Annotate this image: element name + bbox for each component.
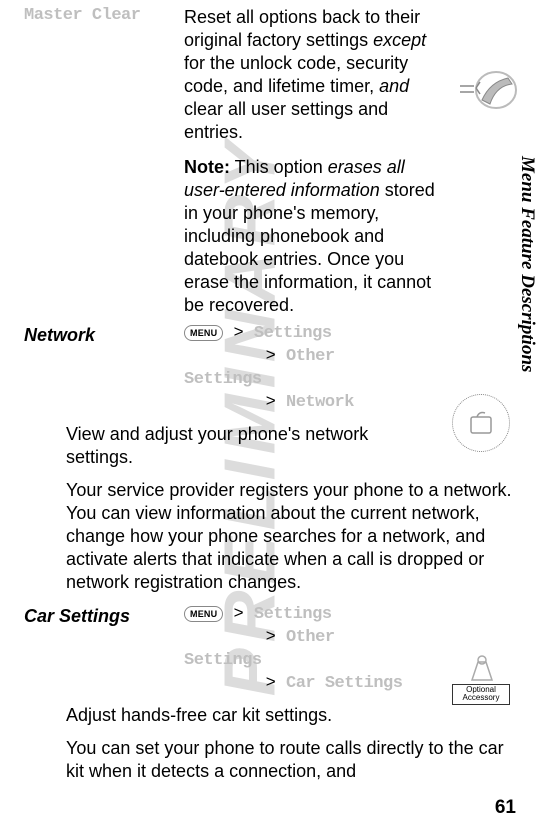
master-clear-note: Note: This option erases all user-entere…	[184, 156, 438, 317]
network-para-1: View and adjust your phone's network set…	[66, 423, 516, 469]
path-segment: Other Settings	[184, 628, 335, 670]
text: This option	[230, 157, 328, 177]
chevron-right-icon: >	[266, 347, 276, 366]
master-clear-row: Master Clear Reset all options back to t…	[24, 6, 516, 317]
network-heading: Network	[24, 325, 95, 345]
text: stored in your phone's memory, including…	[184, 180, 435, 315]
master-clear-label: Master Clear	[24, 6, 140, 25]
network-heading-row: Network MENU > Settings > Other Settings…	[24, 323, 516, 415]
path-segment: Car Settings	[286, 674, 402, 693]
menu-button-icon: MENU	[184, 606, 223, 622]
text-italic: and	[379, 76, 409, 96]
car-settings-para-2: You can set your phone to route calls di…	[66, 737, 516, 783]
network-menu-path: MENU > Settings > Other Settings > Netwo…	[184, 323, 516, 415]
page-content: Master Clear Reset all options back to t…	[0, 0, 544, 789]
note-label: Note:	[184, 157, 230, 177]
path-segment: Settings	[254, 605, 332, 624]
path-segment: Network	[286, 393, 354, 412]
car-settings-heading-row: Car Settings MENU > Settings > Other Set…	[24, 604, 516, 696]
chevron-right-icon: >	[234, 324, 244, 343]
chevron-right-icon: >	[266, 393, 276, 412]
text: clear all user settings and entries.	[184, 99, 388, 142]
text: for the unlock code, security code, and …	[184, 53, 408, 96]
chevron-right-icon: >	[266, 628, 276, 647]
chevron-right-icon: >	[234, 605, 244, 624]
menu-button-icon: MENU	[184, 325, 223, 341]
chevron-right-icon: >	[266, 674, 276, 693]
path-segment: Settings	[254, 324, 332, 343]
network-para-2: Your service provider registers your pho…	[66, 479, 516, 594]
car-settings-menu-path: MENU > Settings > Other Settings > Car S…	[184, 604, 516, 696]
path-segment: Other Settings	[184, 347, 335, 389]
master-clear-description: Reset all options back to their original…	[184, 6, 516, 317]
page-number: 61	[495, 797, 516, 819]
text-italic: except	[373, 30, 426, 50]
car-settings-para-1: Adjust hands-free car kit settings.	[66, 704, 516, 727]
car-settings-heading: Car Settings	[24, 606, 130, 626]
